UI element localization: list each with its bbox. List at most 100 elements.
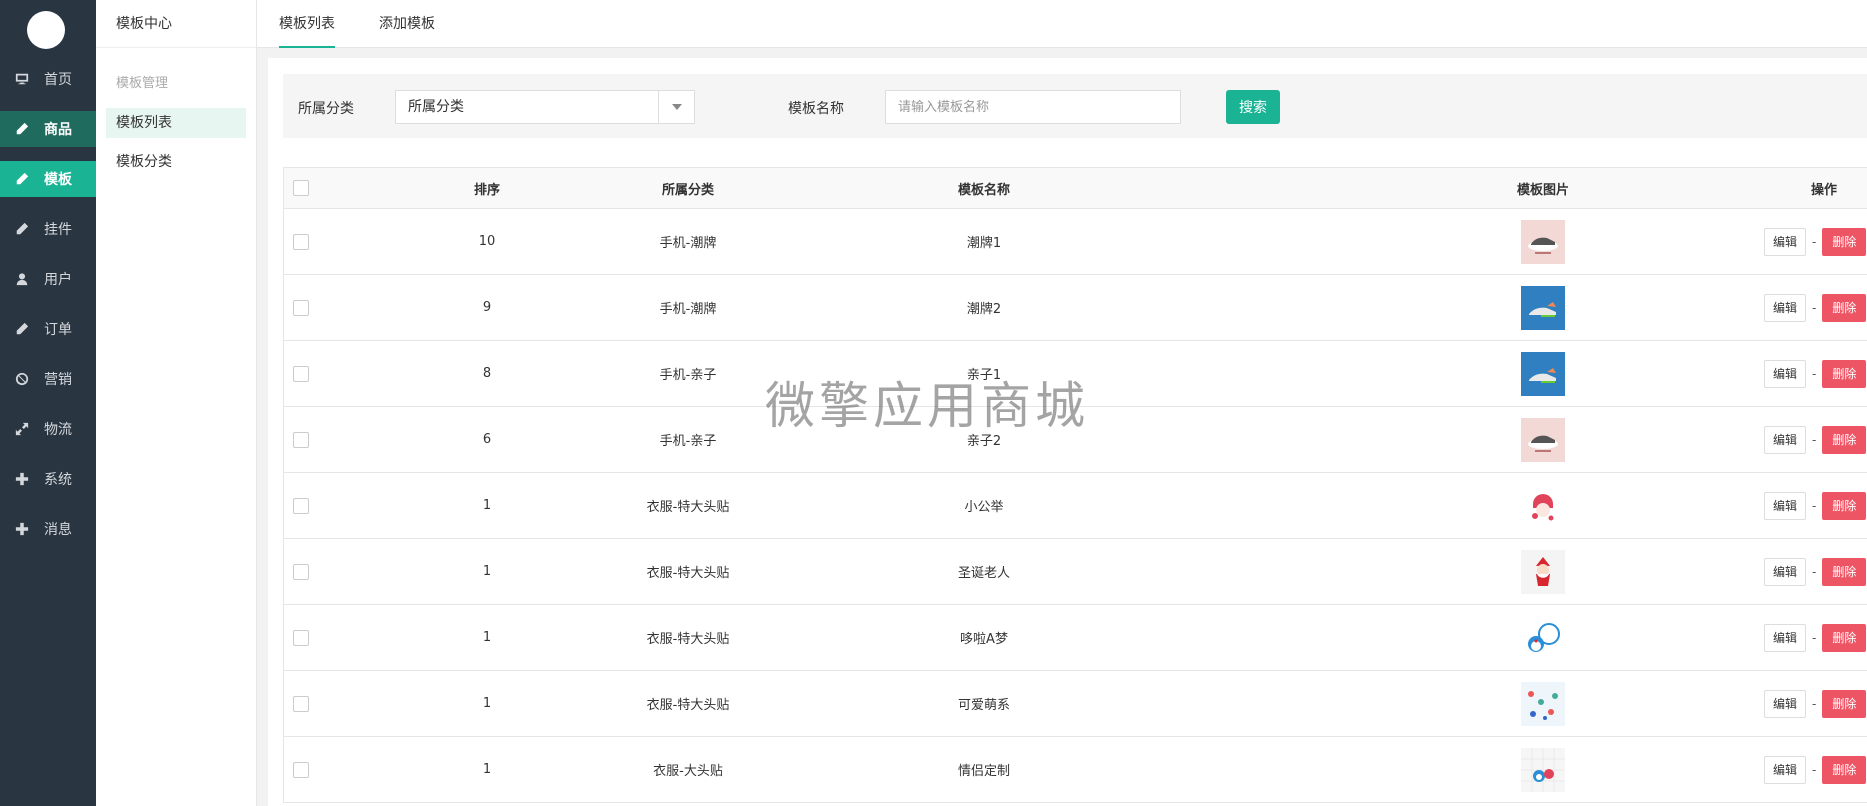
delete-button[interactable]: 删除 [1822,689,1867,718]
tab-add-template[interactable]: 添加模板 [379,0,435,48]
subnav-item-template-category[interactable]: 模板分类 [106,147,246,177]
ban-icon [0,372,44,386]
row-checkbox[interactable] [293,761,309,778]
row-sort: 6 [482,432,492,447]
ops-separator: - [1812,366,1817,381]
user-icon [0,272,44,286]
ops-separator: - [1812,498,1817,513]
subnav-item-template-list[interactable]: 模板列表 [106,108,246,138]
nav-label: 订单 [44,322,72,338]
edit-button[interactable]: 编辑 [1764,425,1807,454]
table-row: 8 手机-亲子 亲子1 编辑 - 删除 [284,341,1867,407]
expand-icon [0,422,44,436]
row-name: 亲子2 [966,434,1002,449]
nav-item-message[interactable]: 消息 [0,511,96,547]
monitor-icon [0,72,44,86]
delete-button[interactable]: 删除 [1822,755,1867,784]
row-checkbox[interactable] [293,629,309,646]
template-thumbnail [1521,483,1565,528]
filter-bar: 所属分类 所属分类 模板名称 搜索 [283,74,1867,138]
plus-icon [0,472,44,486]
delete-button[interactable]: 删除 [1822,491,1867,520]
ops-separator: - [1812,300,1817,315]
delete-button[interactable]: 删除 [1822,359,1867,388]
header-sort: 排序 [473,182,500,198]
row-checkbox[interactable] [293,233,309,250]
row-name: 情侣定制 [957,764,1010,779]
name-label: 模板名称 [788,101,844,117]
category-select[interactable]: 所属分类 [395,90,695,124]
row-sort: 1 [482,762,492,777]
delete-button[interactable]: 删除 [1822,557,1867,586]
nav-item-user[interactable]: 用户 [0,261,96,297]
nav-label: 首页 [44,72,72,88]
row-category: 手机-亲子 [659,368,717,383]
pencil-icon [0,172,44,186]
template-thumbnail [1521,747,1565,792]
row-checkbox[interactable] [293,365,309,382]
pencil-icon [0,322,44,336]
delete-button[interactable]: 删除 [1822,623,1867,652]
nav-item-goods[interactable]: 商品 [0,111,96,147]
nav-label: 消息 [44,522,72,538]
header-name: 模板名称 [957,182,1010,198]
nav-label: 挂件 [44,222,72,238]
row-checkbox[interactable] [293,431,309,448]
tab-template-list[interactable]: 模板列表 [279,0,335,48]
row-checkbox[interactable] [293,695,309,712]
row-checkbox[interactable] [293,497,309,514]
row-checkbox[interactable] [293,563,309,580]
header-category: 所属分类 [661,182,714,198]
row-sort: 1 [482,696,492,711]
subnav-title: 模板中心 [96,0,256,48]
nav-item-widget[interactable]: 挂件 [0,211,96,247]
delete-button[interactable]: 删除 [1822,227,1867,256]
table-row: 9 手机-潮牌 潮牌2 编辑 - 删除 [284,275,1867,341]
edit-button[interactable]: 编辑 [1764,293,1807,322]
search-button[interactable]: 搜索 [1226,90,1280,124]
edit-button[interactable]: 编辑 [1764,491,1807,520]
edit-button[interactable]: 编辑 [1764,227,1807,256]
nav-label: 商品 [44,122,72,138]
nav-item-logistics[interactable]: 物流 [0,411,96,447]
edit-button[interactable]: 编辑 [1764,755,1807,784]
nav-item-order[interactable]: 订单 [0,311,96,347]
nav-label: 物流 [44,422,72,438]
nav-label: 营销 [44,372,72,388]
row-category: 手机-潮牌 [659,236,717,251]
ops-separator: - [1812,564,1817,579]
chevron-down-icon [658,91,694,123]
template-name-input[interactable] [885,90,1181,124]
edit-button[interactable]: 编辑 [1764,359,1807,388]
row-sort: 1 [482,498,492,513]
nav-item-home[interactable]: 首页 [0,61,96,97]
edit-button[interactable]: 编辑 [1764,689,1807,718]
row-category: 衣服-特大头贴 [646,566,730,581]
template-thumbnail [1521,417,1565,462]
category-select-value: 所属分类 [408,99,464,115]
nav-item-template[interactable]: 模板 [0,161,96,197]
edit-button[interactable]: 编辑 [1764,623,1807,652]
edit-button[interactable]: 编辑 [1764,557,1807,586]
template-thumbnail [1521,351,1565,396]
template-thumbnail [1521,549,1565,594]
row-checkbox[interactable] [293,299,309,316]
row-category: 手机-潮牌 [659,302,717,317]
nav-item-system[interactable]: 系统 [0,461,96,497]
row-sort: 1 [482,564,492,579]
header-image: 模板图片 [1516,182,1569,198]
row-sort: 8 [482,366,492,381]
select-all-checkbox[interactable] [293,180,309,196]
ops-separator: - [1812,234,1817,249]
nav-item-marketing[interactable]: 营销 [0,361,96,397]
row-name: 小公举 [964,500,1004,515]
row-category: 衣服-大头贴 [653,764,723,779]
table-row: 10 手机-潮牌 潮牌1 编辑 - 删除 [284,209,1867,275]
sub-nav: 模板中心 模板管理 模板列表 模板分类 [96,0,257,806]
template-thumbnail [1521,285,1565,330]
row-name: 圣诞老人 [957,566,1010,581]
table-row: 1 衣服-特大头贴 小公举 编辑 - 删除 [284,473,1867,539]
nav-label: 模板 [44,172,72,188]
delete-button[interactable]: 删除 [1822,293,1867,322]
delete-button[interactable]: 删除 [1822,425,1867,454]
